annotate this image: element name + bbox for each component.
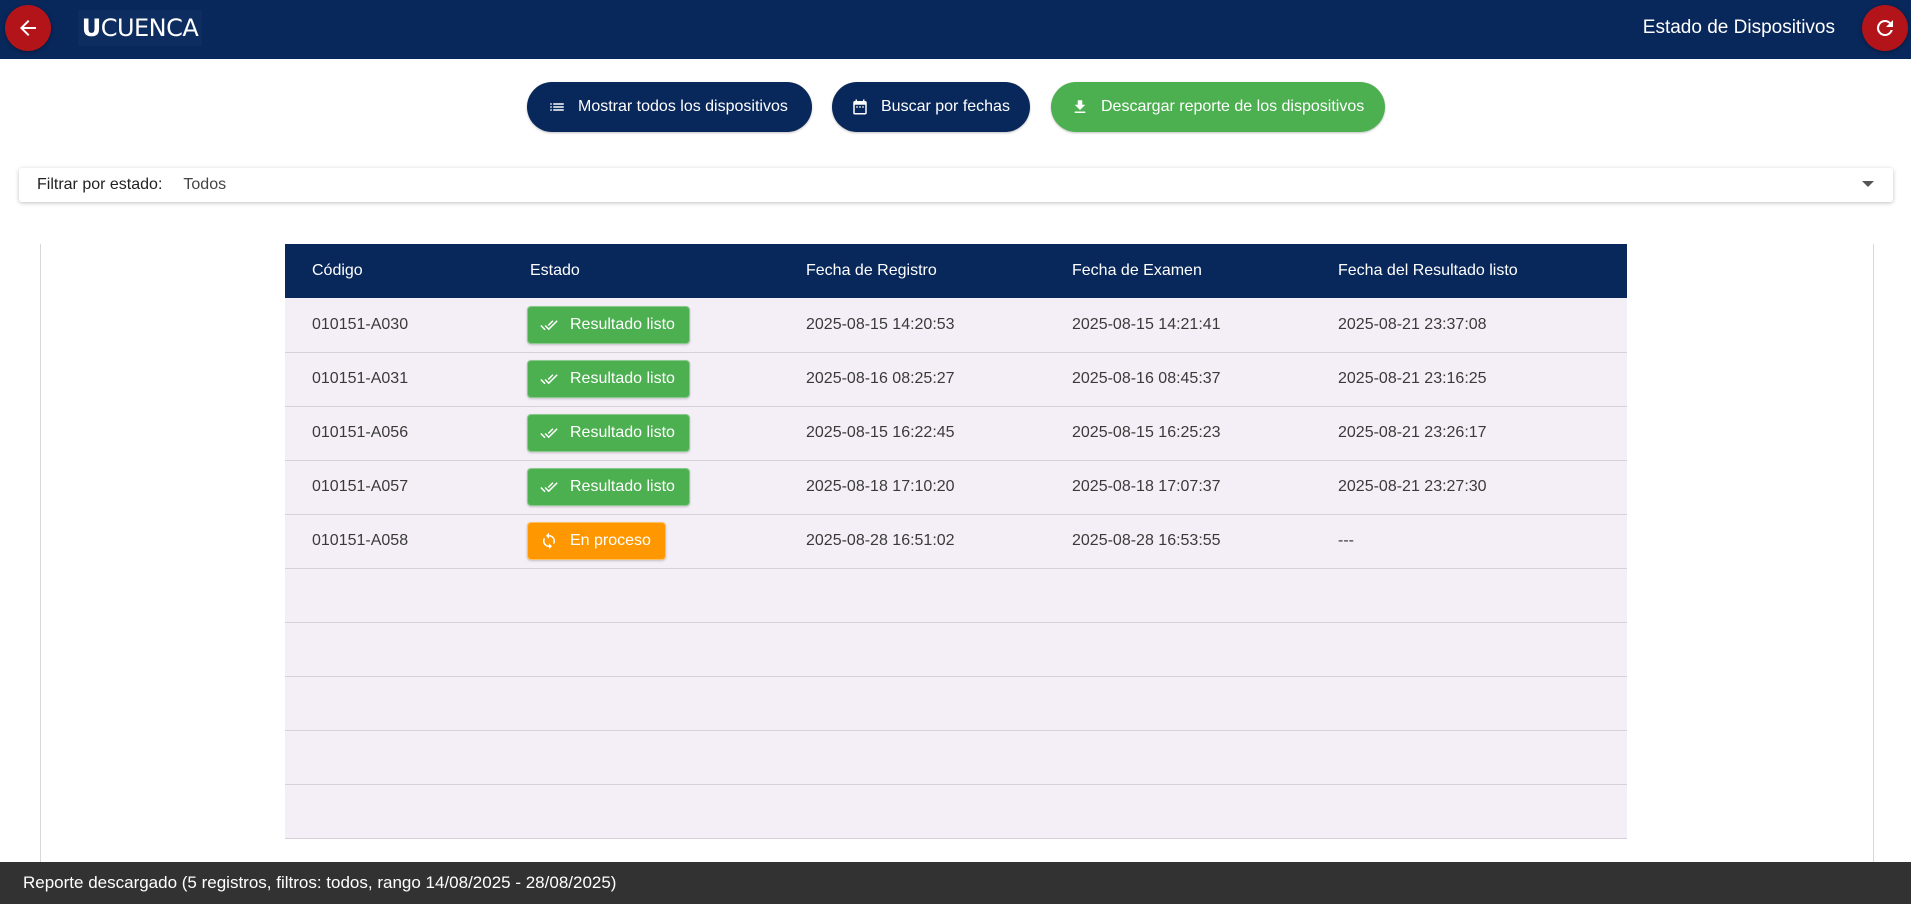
status-badge: Resultado listo [527, 414, 690, 452]
snackbar: Reporte descargado (5 registros, filtros… [0, 862, 1911, 904]
calendar-icon [853, 99, 867, 115]
cell-fecha-resultado: 2025-08-21 23:26:17 [1338, 424, 1487, 441]
column-header-fecha-examen[interactable]: Fecha de Examen [1045, 244, 1311, 298]
show-all-content: Mostrar todos los dispositivos [548, 98, 788, 116]
cell-estado: Resultado listo [503, 352, 779, 406]
empty-table-row [285, 784, 1627, 838]
logo-text: CUENCA [100, 14, 199, 42]
table-row[interactable]: 010151-A030 Resultado listo 2025-08-15 1… [285, 298, 1627, 352]
cell-estado: En proceso [503, 514, 779, 568]
status-label: Resultado listo [570, 315, 675, 333]
arrow-left-icon [20, 20, 36, 36]
cell-estado: Resultado listo [503, 406, 779, 460]
ucuenca-logo: U CUENCA [78, 10, 202, 46]
table-header-row: Código Estado Fecha de Registro Fecha de… [285, 244, 1627, 298]
empty-cell [285, 784, 1627, 838]
table-row[interactable]: 010151-A058 En proceso 2025-08-28 16:51:… [285, 514, 1627, 568]
cell-codigo: 010151-A056 [312, 424, 409, 441]
status-badge: En proceso [527, 522, 666, 560]
cell-fecha-registro: 2025-08-18 17:10:20 [806, 478, 955, 495]
cell-fecha-registro: 2025-08-28 16:51:02 [806, 532, 955, 549]
status-badge: Resultado listo [527, 305, 690, 344]
cell-fecha-examen: 2025-08-18 17:07:37 [1072, 478, 1221, 495]
cell-fecha-examen: 2025-08-15 14:21:41 [1072, 315, 1221, 333]
cell-fecha-examen: 2025-08-28 16:53:55 [1072, 532, 1221, 549]
empty-cell [285, 676, 1627, 730]
status-label: Resultado listo [570, 370, 675, 387]
cell-codigo: 010151-A030 [312, 315, 409, 333]
column-header-fecha-registro[interactable]: Fecha de Registro [779, 244, 1045, 298]
snackbar-message: Reporte descargado (5 registros, filtros… [23, 873, 617, 892]
search-dates-label: Buscar por fechas [881, 98, 1010, 115]
sync-icon [543, 532, 555, 550]
empty-cell [285, 730, 1627, 784]
column-header-codigo[interactable]: Código [285, 244, 503, 298]
logo-bold-letter: U [81, 14, 102, 42]
chevron-down-icon [1862, 181, 1874, 187]
download-content: Descargar reporte de los dispositivos [1071, 98, 1364, 116]
cell-fecha-registro: 2025-08-15 16:22:45 [806, 424, 955, 441]
app-bar: U CUENCA Estado de Dispositivos [0, 0, 1911, 59]
cell-fecha-resultado: 2025-08-21 23:27:30 [1338, 478, 1487, 495]
empty-table-row [285, 568, 1627, 622]
download-label: Descargar reporte de los dispositivos [1101, 98, 1365, 115]
refresh-button[interactable] [1862, 5, 1908, 51]
status-label: Resultado listo [570, 478, 675, 495]
cell-fecha-resultado: 2025-08-21 23:37:08 [1338, 315, 1487, 333]
empty-table-row [285, 730, 1627, 784]
search-dates-content: Buscar por fechas [851, 98, 1010, 116]
devices-table: Código Estado Fecha de Registro Fecha de… [285, 244, 1627, 839]
cell-fecha-registro: 2025-08-16 08:25:27 [806, 370, 955, 387]
table-row[interactable]: 010151-A056 Resultado listo 2025-08-15 1… [285, 406, 1627, 460]
show-all-devices-button[interactable]: Mostrar todos los dispositivos [527, 82, 812, 132]
cell-estado: Resultado listo [503, 460, 779, 514]
double-check-icon [540, 482, 558, 493]
cell-fecha-resultado: --- [1338, 532, 1354, 549]
page-title: Estado de Dispositivos [1642, 17, 1835, 38]
search-by-dates-button[interactable]: Buscar por fechas [832, 82, 1030, 132]
column-header-estado[interactable]: Estado [503, 244, 779, 298]
double-check-icon [540, 374, 558, 385]
status-filter-select[interactable]: Filtrar por estado: Todos [19, 168, 1893, 202]
filter-selected-value: Todos [183, 176, 227, 193]
double-check-icon [540, 319, 558, 330]
download-report-button[interactable]: Descargar reporte de los dispositivos [1051, 82, 1385, 132]
status-label: Resultado listo [570, 424, 675, 441]
cell-codigo: 010151-A058 [312, 532, 409, 549]
cell-fecha-resultado: 2025-08-21 23:16:25 [1338, 370, 1487, 387]
action-bar: Mostrar todos los dispositivos Buscar po… [0, 82, 1911, 132]
list-icon [550, 103, 564, 111]
cell-fecha-examen: 2025-08-16 08:45:37 [1072, 370, 1221, 387]
column-header-fecha-resultado[interactable]: Fecha del Resultado listo [1311, 244, 1627, 298]
cell-estado: Resultado listo [503, 298, 779, 352]
status-badge: Resultado listo [527, 468, 690, 506]
empty-cell [285, 622, 1627, 676]
filter-label: Filtrar por estado: [37, 176, 163, 193]
empty-table-row [285, 622, 1627, 676]
table-row[interactable]: 010151-A057 Resultado listo 2025-08-18 1… [285, 460, 1627, 514]
empty-cell [285, 568, 1627, 622]
show-all-label: Mostrar todos los dispositivos [578, 98, 788, 115]
cell-codigo: 010151-A031 [312, 370, 409, 387]
cell-fecha-examen: 2025-08-15 16:25:23 [1072, 424, 1221, 441]
back-button[interactable] [5, 5, 51, 51]
refresh-icon [1876, 19, 1893, 36]
status-label: En proceso [570, 532, 651, 549]
download-icon [1074, 100, 1086, 113]
cell-codigo: 010151-A057 [312, 478, 409, 495]
cell-fecha-registro: 2025-08-15 14:20:53 [806, 315, 955, 333]
empty-table-row [285, 676, 1627, 730]
double-check-icon [540, 428, 558, 439]
table-row[interactable]: 010151-A031 Resultado listo 2025-08-16 0… [285, 352, 1627, 406]
status-badge: Resultado listo [527, 360, 690, 398]
